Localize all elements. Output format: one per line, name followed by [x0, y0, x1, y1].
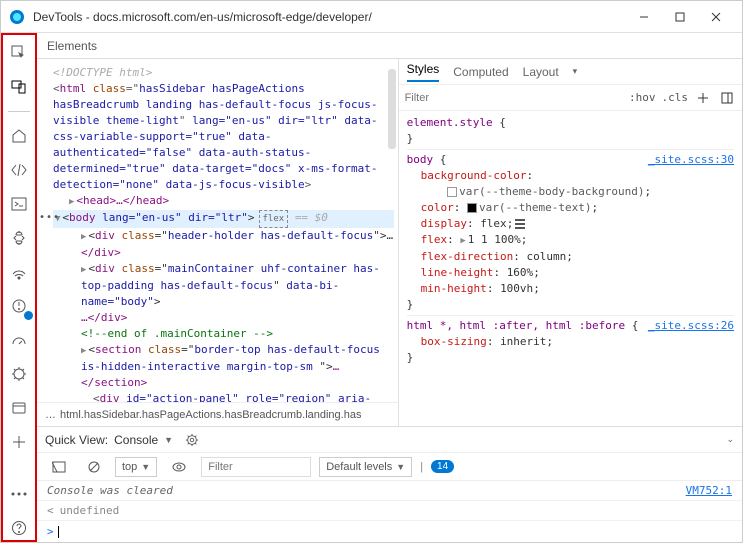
console-input[interactable]: >: [37, 521, 742, 542]
chevron-down-icon[interactable]: ▾: [573, 66, 578, 77]
elements-icon[interactable]: [7, 158, 31, 182]
tab-computed[interactable]: Computed: [453, 65, 508, 79]
log-levels-selector[interactable]: Default levels▼: [319, 457, 412, 477]
context-selector[interactable]: top▼: [115, 457, 157, 477]
cls-toggle[interactable]: .cls: [662, 91, 689, 104]
issues-icon[interactable]: [7, 294, 31, 318]
close-button[interactable]: [698, 3, 734, 31]
console-icon[interactable]: [7, 192, 31, 216]
flex-grid-icon[interactable]: [515, 219, 525, 229]
devtools-icon: [9, 9, 25, 25]
maximize-button[interactable]: [662, 3, 698, 31]
sources-icon[interactable]: [7, 226, 31, 250]
tab-styles[interactable]: Styles: [407, 62, 440, 82]
window-title: DevTools - docs.microsoft.com/en-us/micr…: [33, 10, 626, 24]
computed-sidebar-icon[interactable]: [718, 89, 736, 107]
memory-icon[interactable]: [7, 362, 31, 386]
minimize-button[interactable]: [626, 3, 662, 31]
console-filter-input[interactable]: [201, 457, 311, 477]
tab-layout[interactable]: Layout: [523, 65, 559, 79]
console-output: Console was clearedVM752:1 <undefined >: [37, 481, 742, 542]
welcome-icon[interactable]: [7, 124, 31, 148]
new-rule-icon[interactable]: [694, 89, 712, 107]
source-link[interactable]: _site.scss:30: [648, 152, 734, 168]
help-icon[interactable]: [7, 516, 31, 540]
elements-tab[interactable]: Elements: [47, 39, 97, 53]
styles-filter-input[interactable]: [405, 92, 623, 104]
inspect-icon[interactable]: [7, 41, 31, 65]
breadcrumb[interactable]: … html.hasSidebar.hasPageActions.hasBrea…: [37, 402, 398, 426]
clear-console-icon[interactable]: [81, 457, 107, 477]
styles-tabs: Styles Computed Layout ▾: [399, 59, 742, 85]
hov-toggle[interactable]: :hov: [629, 91, 656, 104]
application-icon[interactable]: [7, 396, 31, 420]
source-link[interactable]: _site.scss:26: [648, 318, 734, 334]
activity-bar: [1, 33, 37, 542]
sidebar-toggle-icon[interactable]: [45, 457, 73, 477]
titlebar: DevTools - docs.microsoft.com/en-us/micr…: [1, 1, 742, 33]
styles-rules[interactable]: element.style { } _site.scss:30body { ba…: [399, 111, 742, 426]
device-emulation-icon[interactable]: [7, 75, 31, 99]
network-icon[interactable]: [7, 260, 31, 284]
quickview-panel-select[interactable]: Console: [114, 433, 158, 447]
quick-view-header: Quick View: Console ▼ ⌄: [37, 427, 742, 453]
dom-tree[interactable]: <!DOCTYPE html> <html class="hasSidebar …: [37, 59, 398, 402]
source-link[interactable]: VM752:1: [686, 484, 732, 497]
more-icon[interactable]: [7, 482, 31, 506]
add-tool-icon[interactable]: [7, 430, 31, 454]
issues-button[interactable]: 14: [431, 460, 454, 473]
chevron-down-icon[interactable]: ⌄: [726, 434, 734, 445]
tool-header: Elements: [37, 33, 742, 59]
console-toolbar: top▼ Default levels▼ | 14: [37, 453, 742, 481]
performance-icon[interactable]: [7, 328, 31, 352]
gear-icon[interactable]: [185, 433, 199, 447]
live-expression-icon[interactable]: [165, 457, 193, 477]
